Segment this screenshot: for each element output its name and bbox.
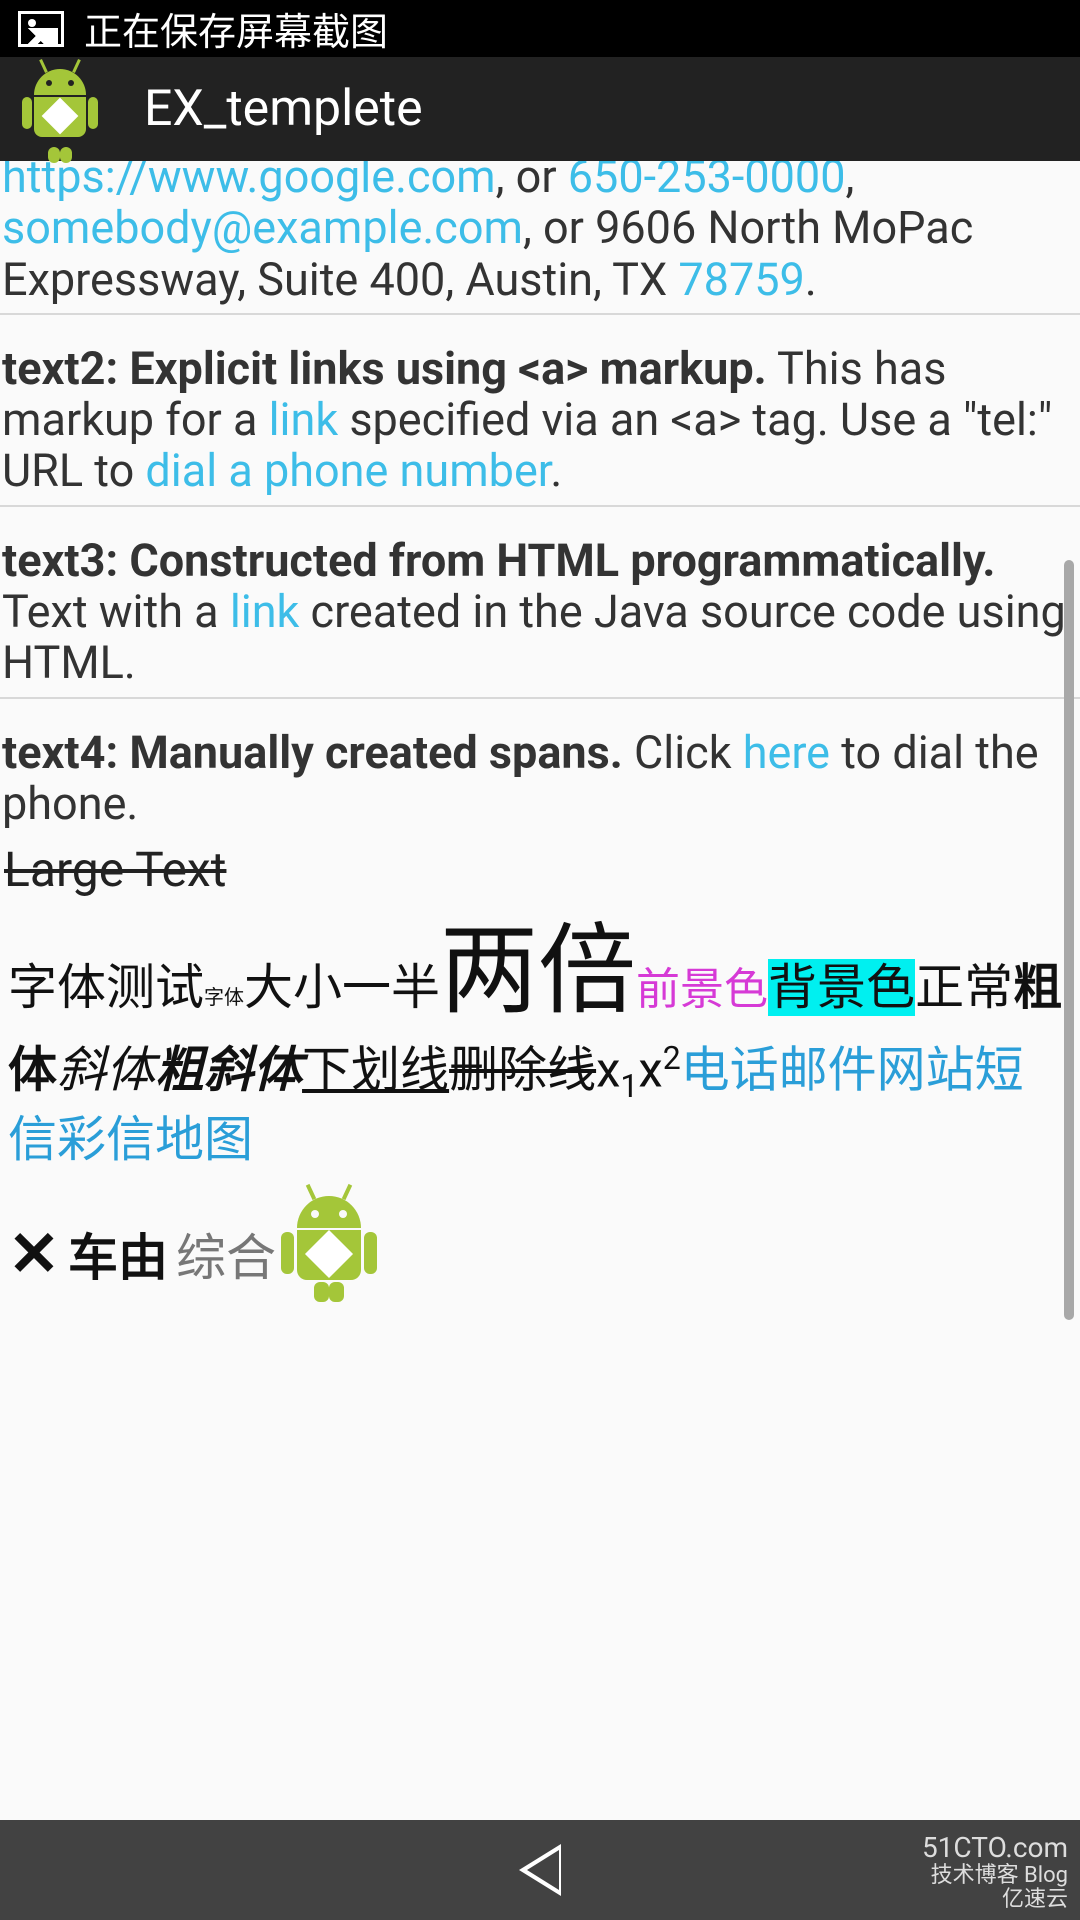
navigation-bar [0, 1820, 1080, 1920]
content-area[interactable]: https://www.google.com, or 650-253-0000,… [0, 161, 1080, 1820]
text2-dial-link[interactable]: dial a phone number [145, 444, 550, 497]
app-icon [24, 69, 96, 149]
ft-normal: 正常 [915, 959, 1013, 1016]
ft-base: 字体测试 [8, 959, 204, 1016]
ft-background: 背景色 [768, 959, 915, 1016]
ft-italic: 斜体 [57, 1041, 155, 1098]
text1-section: https://www.google.com, or 650-253-0000,… [0, 161, 1080, 315]
text4-section: text4: Manually created spans. Click her… [0, 699, 1080, 838]
url-link[interactable]: https://www.google.com [2, 161, 496, 203]
ft-double: 两倍 [440, 913, 636, 1028]
text3-section: text3: Constructed from HTML programmati… [0, 507, 1080, 699]
phone-link[interactable]: 650-253-0000 [568, 161, 846, 203]
mixed-light: 综合 [176, 1218, 276, 1290]
status-text: 正在保存屏幕截图 [84, 1, 388, 56]
status-bar: 正在保存屏幕截图 [0, 0, 1080, 57]
large-text-strike: Large Text [0, 837, 1080, 902]
picture-icon [18, 11, 64, 47]
back-button[interactable] [519, 1844, 561, 1896]
text3-link[interactable]: link [230, 585, 300, 638]
ft-sup-2: 2 [663, 1039, 681, 1077]
text4-here-link[interactable]: here [743, 726, 830, 779]
font-test-block: 字体测试字体大小一半两倍前景色背景色正常粗体斜体粗斜体下划线删除线x1x2电话邮… [0, 902, 1080, 1176]
ft-sub-1: 1 [620, 1067, 638, 1105]
email-link[interactable]: somebody@example.com [2, 201, 523, 254]
text2-link[interactable]: link [269, 393, 339, 446]
scrollbar[interactable] [1064, 560, 1074, 1320]
mixed-bold: 车由 [68, 1218, 168, 1290]
ft-sup-x: x [638, 1041, 662, 1098]
text3-title: text3: Constructed from HTML programmati… [2, 534, 995, 587]
ft-tiny: 字体 [204, 985, 244, 1009]
close-icon: ✕ [8, 1217, 60, 1291]
android-robot-icon [284, 1196, 374, 1296]
mixed-line: ✕ 车由综合 [0, 1176, 1080, 1304]
ft-strikethrough: 删除线 [449, 1041, 596, 1098]
watermark: 51CTO.com 技术博客 Blog 亿速云 [922, 1833, 1068, 1912]
ft-foreground: 前景色 [636, 963, 768, 1015]
ft-sub-x: x [596, 1041, 620, 1098]
ft-underline: 下划线 [302, 1041, 449, 1098]
text4-title: text4: Manually created spans. [2, 726, 623, 779]
action-bar: EX_templete [0, 57, 1080, 161]
ft-half: 大小一半 [244, 959, 440, 1016]
app-title: EX_templete [144, 80, 423, 138]
zip-link[interactable]: 78759 [678, 253, 804, 306]
ft-bolditalic: 粗斜体 [155, 1041, 302, 1098]
text2-section: text2: Explicit links using <a> markup. … [0, 315, 1080, 507]
text2-title: text2: Explicit links using <a> markup. [2, 342, 767, 395]
